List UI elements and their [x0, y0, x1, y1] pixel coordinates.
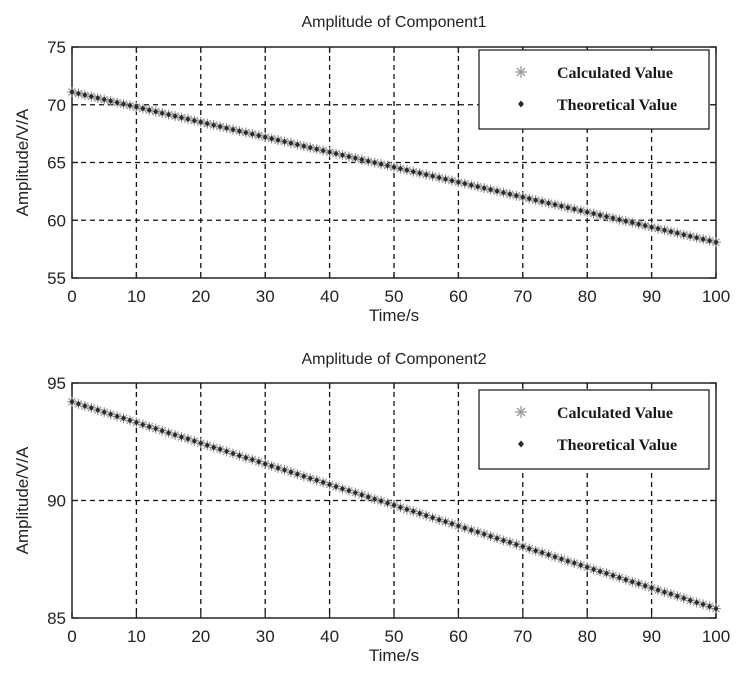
chart-2: Amplitude of Component2 0 10 20 30 40 50 60 70 80… — [13, 351, 730, 665]
y-tick-label: 55 — [47, 269, 66, 288]
x-tick-label: 50 — [385, 627, 404, 646]
x-tick-label: 50 — [385, 287, 404, 306]
legend-box — [478, 389, 710, 470]
x-tick-label: 20 — [191, 627, 210, 646]
y-axis-label: Amplitude/V/A — [13, 446, 32, 554]
x-tick-label: 100 — [702, 287, 730, 306]
x-tick-label: 10 — [127, 627, 146, 646]
x-tick-label: 20 — [191, 287, 210, 306]
y-tick-label: 70 — [47, 96, 66, 115]
y-axis-label: Amplitude/V/A — [13, 108, 32, 216]
x-tick-label: 40 — [320, 627, 339, 646]
x-tick-label: 0 — [67, 627, 76, 646]
legend: Calculated Value Theoretical Value — [478, 49, 710, 130]
x-axis-label: Time/s — [369, 646, 419, 665]
x-tick-label: 70 — [513, 287, 532, 306]
chart-title: Amplitude of Component2 — [302, 351, 487, 368]
x-tick-label: 10 — [127, 287, 146, 306]
y-tick-label: 75 — [47, 38, 66, 57]
figure: Amplitude of Component1 0 10 20 30 40 50 60 70 80… — [13, 14, 730, 665]
chart-title: Amplitude of Component1 — [302, 14, 487, 31]
chart-1: Amplitude of Component1 0 10 20 30 40 50 60 70 80… — [13, 14, 730, 325]
x-axis-label: Time/s — [369, 306, 419, 325]
x-tick-label: 70 — [513, 627, 532, 646]
legend-box — [478, 49, 710, 130]
y-tick-label: 85 — [47, 609, 66, 628]
y-tick-label: 60 — [47, 211, 66, 230]
y-tick-label: 90 — [47, 492, 66, 511]
x-tick-label: 40 — [320, 287, 339, 306]
legend-label: Theoretical Value — [557, 97, 677, 114]
legend-label: Calculated Value — [557, 405, 673, 422]
x-tick-label: 90 — [642, 287, 661, 306]
x-tick-label: 60 — [449, 627, 468, 646]
legend: Calculated Value Theoretical Value — [478, 389, 710, 470]
x-tick-label: 30 — [256, 287, 275, 306]
legend-label: Theoretical Value — [557, 437, 677, 454]
x-tick-label: 30 — [256, 627, 275, 646]
x-tick-label: 100 — [702, 627, 730, 646]
legend-label: Calculated Value — [557, 65, 673, 82]
y-tick-label: 95 — [47, 374, 66, 393]
x-tick-label: 0 — [67, 287, 76, 306]
x-tick-label: 80 — [578, 627, 597, 646]
x-tick-label: 60 — [449, 287, 468, 306]
x-tick-label: 80 — [578, 287, 597, 306]
y-tick-label: 65 — [47, 154, 66, 173]
x-tick-label: 90 — [642, 627, 661, 646]
